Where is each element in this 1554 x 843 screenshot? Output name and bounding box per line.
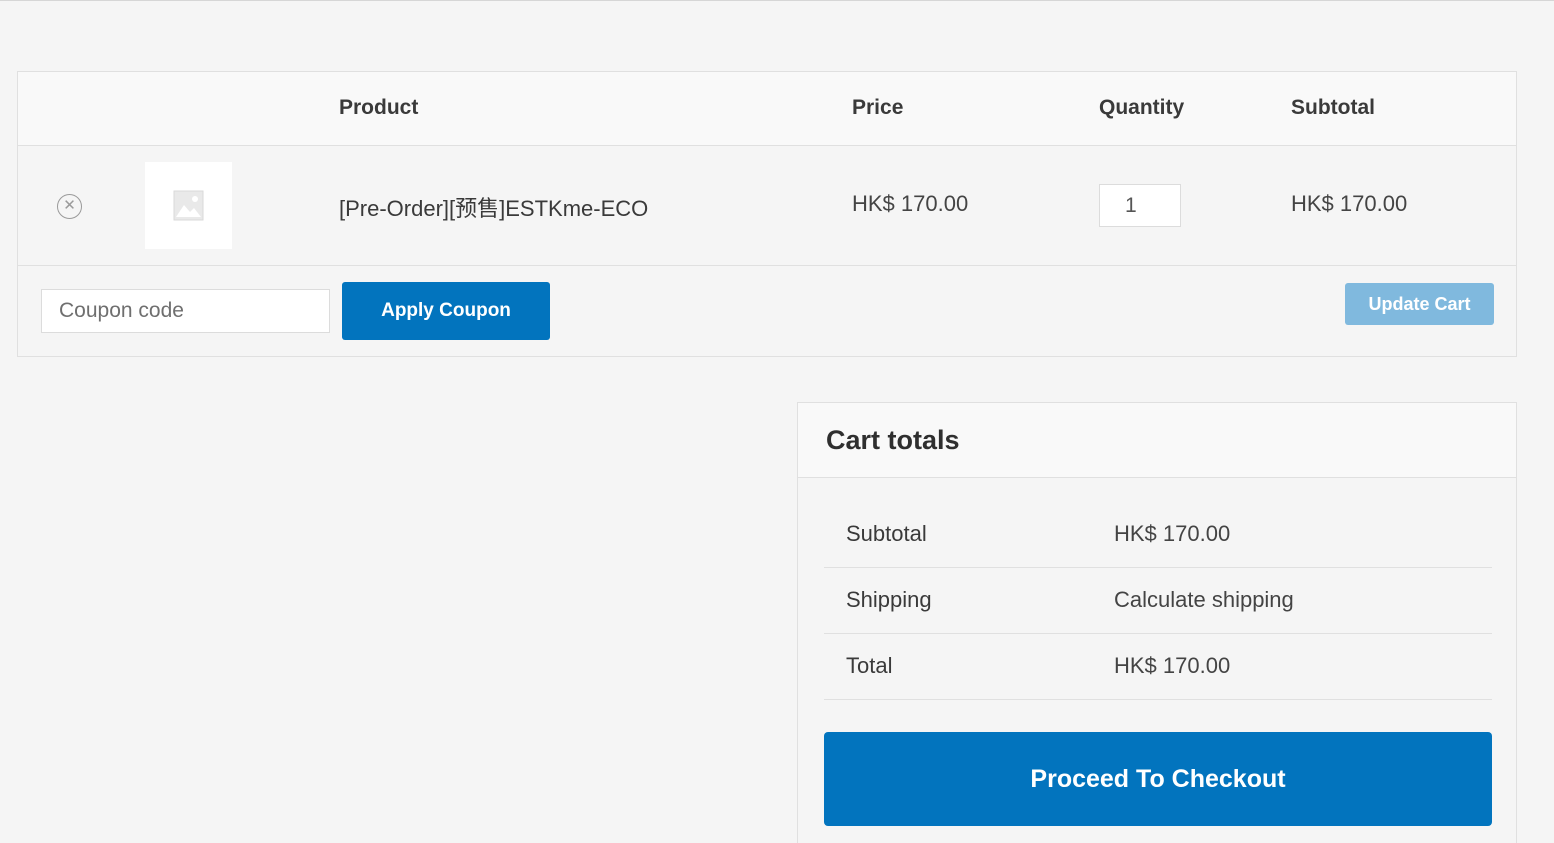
cart-table-header: Product Price Quantity Subtotal xyxy=(18,72,1516,146)
quantity-input[interactable] xyxy=(1099,184,1181,227)
cart-table: Product Price Quantity Subtotal ✕ [Pre-O… xyxy=(17,71,1517,357)
cart-totals-title: Cart totals xyxy=(826,425,960,455)
cart-totals-header: Cart totals xyxy=(798,403,1516,478)
item-price: HK$ 170.00 xyxy=(852,191,969,216)
top-divider xyxy=(0,0,1554,3)
totals-row-shipping: Shipping Calculate shipping xyxy=(824,568,1492,634)
quantity-column-header: Quantity xyxy=(1099,96,1185,119)
update-cart-button[interactable]: Update Cart xyxy=(1345,283,1494,325)
apply-coupon-button[interactable]: Apply Coupon xyxy=(342,282,550,340)
coupon-code-input[interactable] xyxy=(41,289,330,333)
image-placeholder-icon xyxy=(173,190,204,221)
totals-label: Total xyxy=(846,653,893,678)
cart-actions: Apply Coupon Update Cart xyxy=(18,266,1516,356)
cart-totals-panel: Cart totals Subtotal HK$ 170.00 Shipping… xyxy=(797,402,1517,843)
proceed-to-checkout-button[interactable]: Proceed To Checkout xyxy=(824,732,1492,826)
totals-label: Subtotal xyxy=(846,521,927,546)
totals-value: HK$ 170.00 xyxy=(1114,521,1231,546)
product-thumbnail[interactable] xyxy=(145,162,232,249)
totals-value: HK$ 170.00 xyxy=(1114,653,1231,678)
close-icon: ✕ xyxy=(63,197,76,214)
calculate-shipping-link[interactable]: Calculate shipping xyxy=(1114,587,1294,613)
totals-label: Shipping xyxy=(846,587,932,612)
product-column-header: Product xyxy=(339,96,419,119)
item-subtotal: HK$ 170.00 xyxy=(1291,191,1408,216)
cart-item-row: ✕ [Pre-Order][预售]ESTKme-ECO HK$ 170.00 H… xyxy=(18,146,1516,266)
remove-item-button[interactable]: ✕ xyxy=(57,194,82,219)
subtotal-column-header: Subtotal xyxy=(1291,96,1375,119)
product-name-link[interactable]: [Pre-Order][预售]ESTKme-ECO xyxy=(339,191,648,223)
totals-row-total: Total HK$ 170.00 xyxy=(824,634,1492,700)
price-column-header: Price xyxy=(852,96,904,119)
totals-row-subtotal: Subtotal HK$ 170.00 xyxy=(824,502,1492,568)
